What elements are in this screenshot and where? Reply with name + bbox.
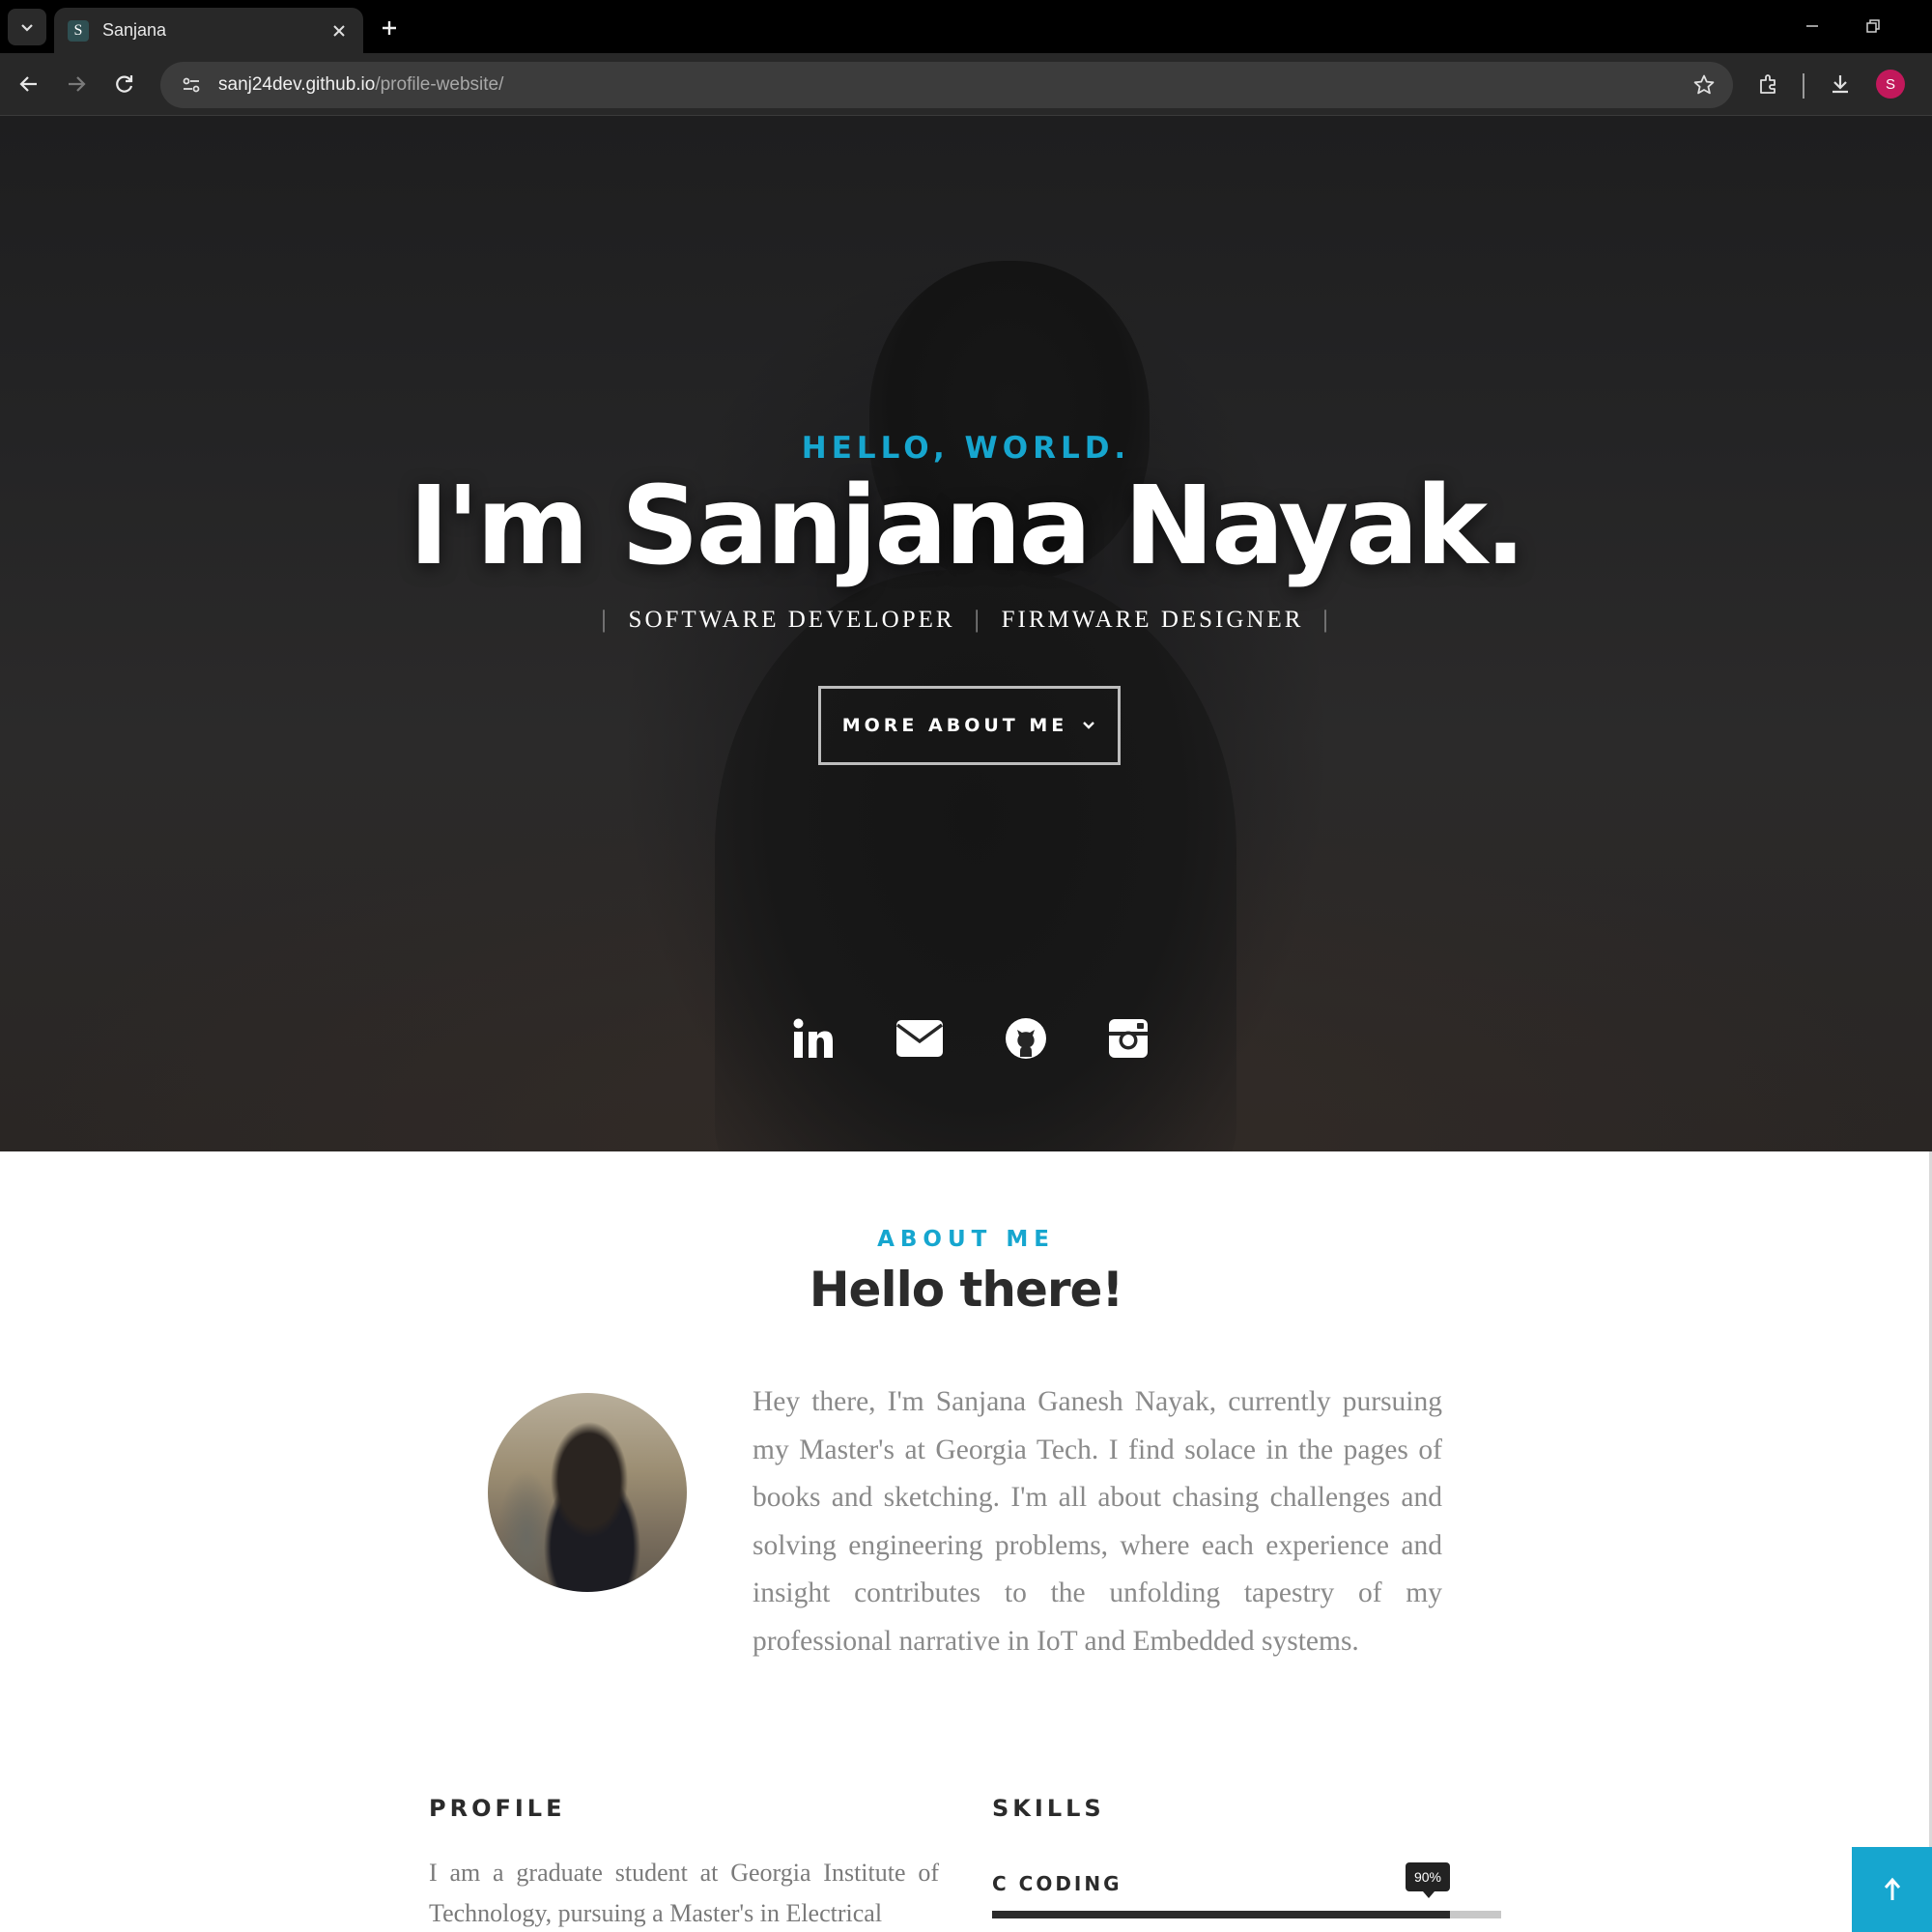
role-divider: | (1322, 607, 1331, 633)
hero-roles: | SOFTWARE DEVELOPER | FIRMWARE DESIGNER | (0, 607, 1932, 634)
instagram-icon (1109, 1019, 1148, 1058)
bookmark-button[interactable] (1690, 71, 1718, 99)
close-icon (333, 24, 345, 37)
extensions-button[interactable] (1751, 67, 1786, 101)
skill-bar-track (992, 1911, 1501, 1918)
role-divider: | (974, 607, 982, 633)
about-heading: Hello there! (809, 1262, 1124, 1318)
profile-title: PROFILE (429, 1795, 566, 1822)
github-icon (1006, 1018, 1046, 1059)
email-link[interactable] (895, 1013, 945, 1064)
forward-button[interactable] (59, 67, 94, 101)
hero-title: I'm Sanjana Nayak. (409, 464, 1525, 589)
role-divider: | (601, 607, 610, 633)
tab-list-button[interactable] (8, 9, 46, 45)
back-to-top-button[interactable] (1852, 1847, 1932, 1932)
address-bar[interactable]: sanj24dev.github.io/profile-website/ (160, 62, 1733, 108)
github-link[interactable] (1001, 1013, 1051, 1064)
favicon-icon: S (68, 19, 89, 42)
about-bio: Hey there, I'm Sanjana Ganesh Nayak, cur… (753, 1386, 1442, 1657)
extensions-icon (1760, 74, 1776, 94)
downloads-button[interactable] (1823, 67, 1858, 101)
new-tab-button[interactable] (375, 14, 404, 43)
chevron-down-icon (1083, 722, 1095, 729)
hero-section: HELLO, WORLD. I'm Sanjana Nayak. | SOFTWA… (0, 116, 1932, 1151)
hero-kicker: HELLO, WORLD. (801, 431, 1131, 466)
minimize-button[interactable] (1793, 10, 1832, 43)
role-software-developer: SOFTWARE DEVELOPER (628, 607, 955, 633)
skills-title: SKILLS (992, 1795, 1105, 1822)
browser-toolbar: sanj24dev.github.io/profile-website/ S (0, 53, 1932, 116)
url-path: /profile-website/ (375, 74, 504, 95)
reload-button[interactable] (107, 67, 142, 101)
skill-percent-tooltip: 90% (1406, 1862, 1450, 1898)
site-info-icon[interactable] (178, 71, 205, 99)
about-kicker: ABOUT ME (877, 1227, 1055, 1252)
minimize-icon (1806, 25, 1818, 27)
social-links (0, 1013, 1932, 1071)
arrow-up-icon (1884, 1877, 1900, 1900)
profile-photo (488, 1393, 687, 1592)
browser-tab[interactable]: S Sanjana (54, 8, 363, 53)
email-icon (895, 1020, 944, 1057)
tab-close-button[interactable] (328, 20, 350, 42)
linkedin-icon (793, 1018, 833, 1058)
back-arrow-icon (19, 76, 37, 92)
linkedin-link[interactable] (788, 1013, 838, 1064)
skill-name: C CODING (992, 1872, 1122, 1895)
instagram-link[interactable] (1103, 1013, 1153, 1064)
chevron-down-icon (21, 24, 33, 32)
more-about-me-button[interactable]: MORE ABOUT ME (818, 686, 1121, 765)
profile-avatar[interactable]: S (1876, 70, 1905, 99)
back-button[interactable] (12, 67, 46, 101)
plus-icon (383, 21, 396, 35)
hero-content: HELLO, WORLD. I'm Sanjana Nayak. | SOFTWA… (0, 116, 1932, 1151)
star-icon (1693, 74, 1715, 95)
more-about-me-label: MORE ABOUT ME (841, 715, 1068, 736)
tab-strip: S Sanjana (0, 0, 1932, 53)
restore-button[interactable] (1854, 10, 1892, 43)
toolbar-separator (1803, 73, 1804, 99)
role-firmware-designer: FIRMWARE DESIGNER (1001, 607, 1304, 633)
tab-title: Sanjana (102, 20, 167, 40)
forward-arrow-icon (69, 76, 86, 92)
profile-text: I am a graduate student at Georgia Insti… (429, 1859, 939, 1927)
skill-bar-fill (992, 1911, 1451, 1918)
reload-icon (116, 75, 133, 93)
restore-icon (1866, 19, 1880, 33)
url-host: sanj24dev.github.io (218, 74, 376, 95)
download-icon (1833, 75, 1848, 94)
